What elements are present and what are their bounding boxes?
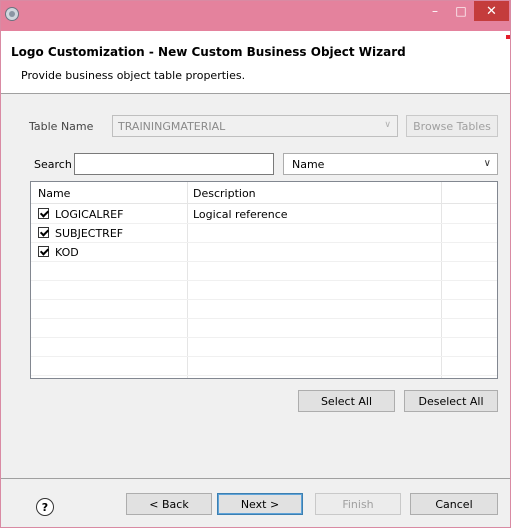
deselect-all-button[interactable]: Deselect All: [404, 390, 498, 412]
deselect-all-label: Deselect All: [418, 394, 484, 408]
empty-row: [31, 299, 497, 319]
search-label: Search: [34, 158, 72, 171]
column-header-name[interactable]: Name: [38, 187, 70, 200]
header-corner-mark: [506, 35, 510, 39]
cancel-button[interactable]: Cancel: [410, 493, 498, 515]
columns-grid[interactable]: Name Description LOGICALREF Logical refe…: [30, 181, 498, 379]
back-button[interactable]: < Back: [126, 493, 212, 515]
next-label: Next >: [240, 497, 280, 511]
browse-tables-label: Browse Tables: [413, 119, 491, 133]
chevron-down-icon: ∨: [384, 120, 391, 130]
empty-row: [31, 280, 497, 300]
table-row[interactable]: LOGICALREF Logical reference: [31, 204, 497, 224]
select-all-label: Select All: [320, 394, 373, 408]
help-icon[interactable]: ?: [36, 498, 54, 516]
wizard-subtitle: Provide business object table properties…: [21, 69, 246, 82]
search-field-value: Name: [292, 158, 325, 171]
empty-row: [31, 261, 497, 281]
row-name: SUBJECTREF: [55, 227, 124, 240]
title-bar: – □ ✕: [1, 1, 510, 31]
column-header-description[interactable]: Description: [193, 187, 256, 200]
row-checkbox[interactable]: [38, 208, 49, 219]
empty-row: [31, 337, 497, 357]
footer-divider: [1, 478, 510, 479]
select-all-button[interactable]: Select All: [298, 390, 395, 412]
table-name-value: TRAININGMATERIAL: [118, 120, 226, 133]
cancel-label: Cancel: [435, 497, 473, 511]
row-name: KOD: [55, 246, 79, 259]
gear-icon: [5, 7, 19, 21]
maximize-button[interactable]: □: [448, 1, 474, 21]
finish-button[interactable]: Finish: [315, 493, 401, 515]
wizard-window: – □ ✕ Logo Customization - New Custom Bu…: [0, 0, 511, 528]
search-field-select[interactable]: Name ∨: [283, 153, 498, 175]
next-button[interactable]: Next >: [217, 493, 303, 515]
search-input[interactable]: [74, 153, 274, 175]
row-description: Logical reference: [193, 208, 288, 221]
empty-row: [31, 318, 497, 338]
finish-label: Finish: [342, 497, 374, 511]
table-row[interactable]: KOD: [31, 242, 497, 262]
grid-header: Name Description: [31, 182, 497, 204]
back-label: < Back: [149, 497, 189, 511]
row-name: LOGICALREF: [55, 208, 124, 221]
table-name-combo[interactable]: TRAININGMATERIAL ∨: [112, 115, 398, 137]
wizard-title: Logo Customization - New Custom Business…: [11, 45, 406, 59]
table-name-label: Table Name: [29, 120, 94, 133]
chevron-down-icon: ∨: [483, 158, 491, 169]
row-checkbox[interactable]: [38, 246, 49, 257]
row-checkbox[interactable]: [38, 227, 49, 238]
table-row[interactable]: SUBJECTREF: [31, 223, 497, 243]
wizard-header: Logo Customization - New Custom Business…: [1, 31, 510, 94]
close-button[interactable]: ✕: [474, 1, 509, 21]
minimize-button[interactable]: –: [422, 1, 448, 21]
empty-row: [31, 356, 497, 376]
browse-tables-button[interactable]: Browse Tables: [406, 115, 498, 137]
